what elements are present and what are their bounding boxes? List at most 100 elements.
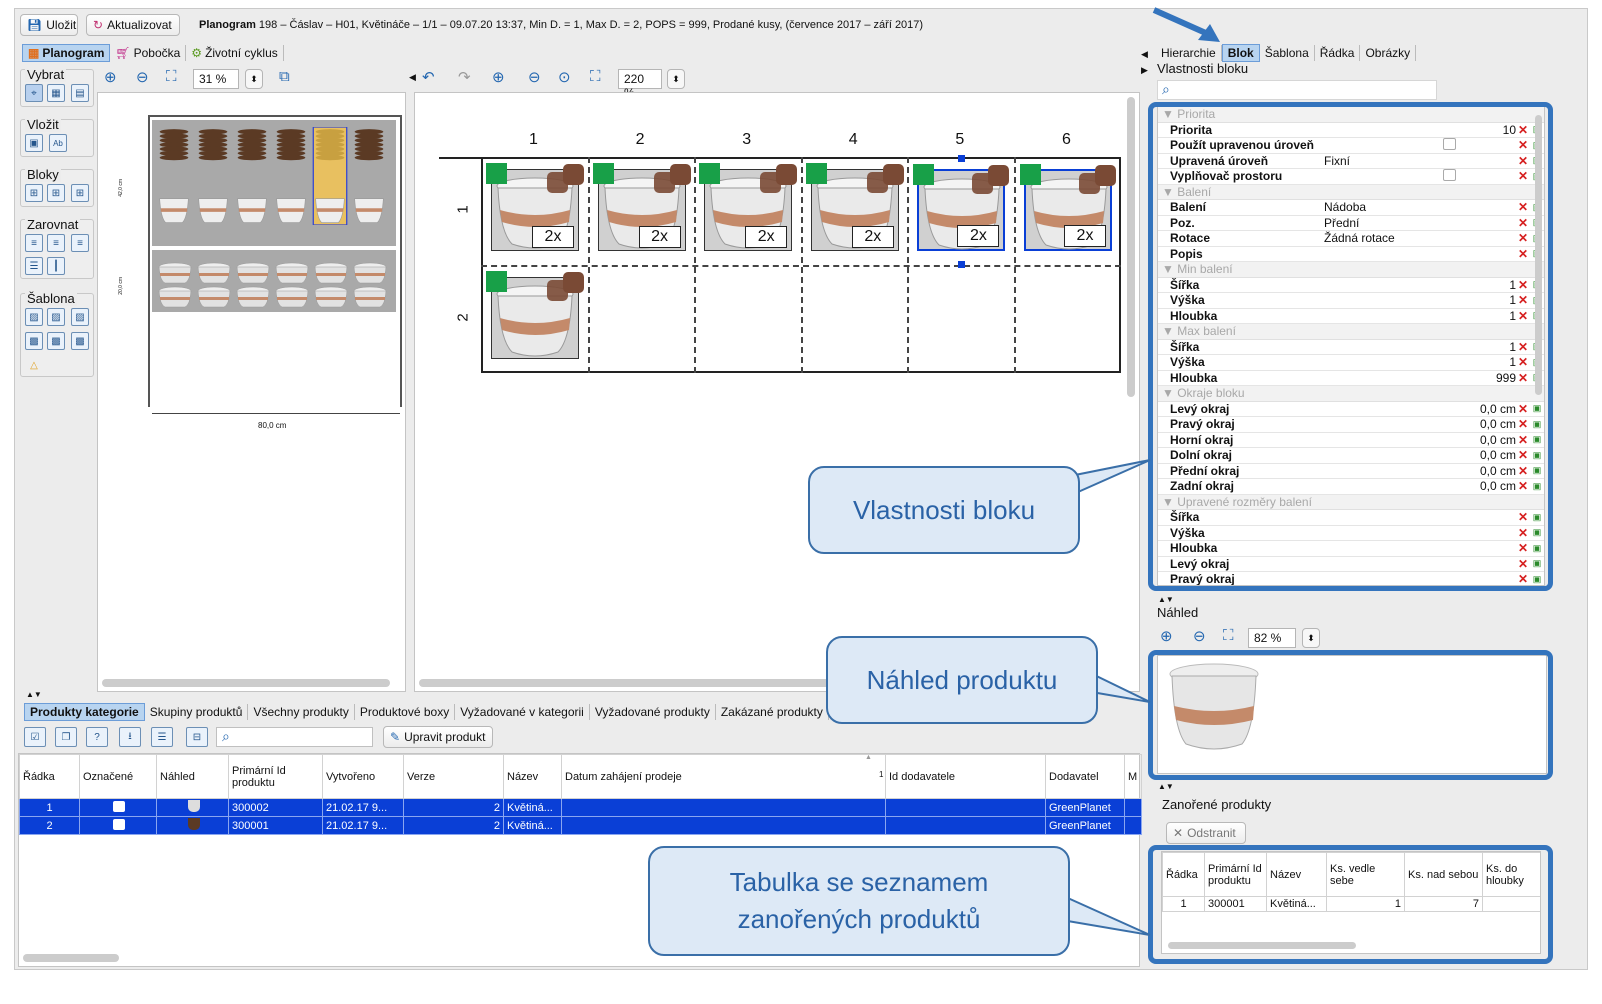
- redo-icon[interactable]: ↷: [458, 68, 471, 86]
- product-block[interactable]: 2x: [805, 163, 904, 251]
- tab-branch[interactable]: 🛒︎ Pobočka: [110, 45, 187, 61]
- product-block[interactable]: 2x: [1020, 164, 1116, 251]
- tab-all-products[interactable]: Všechny produkty: [248, 704, 355, 720]
- props-search-input[interactable]: ⌕: [1157, 80, 1437, 100]
- table-row[interactable]: 1 300002 21.02.17 9... 2 Květiná... GreenPlan…: [19, 798, 1142, 817]
- detail-zoom-selection-icon[interactable]: ⊙: [558, 68, 571, 86]
- product-block[interactable]: [486, 271, 584, 359]
- column-header[interactable]: Datum zahájení prodeje: [561, 754, 886, 799]
- overview-zoom-stepper[interactable]: ⬍: [245, 69, 263, 89]
- save-button[interactable]: 💾︎ Uložit: [20, 14, 78, 36]
- template-4-icon[interactable]: ▩: [25, 332, 43, 350]
- export-icon[interactable]: ⭳: [119, 727, 141, 747]
- marked-checkbox[interactable]: [113, 818, 125, 830]
- tab-images[interactable]: Obrázky: [1360, 45, 1417, 61]
- detail-zoom-field[interactable]: 220 %: [618, 69, 662, 100]
- preview-zoom-field[interactable]: 82 %: [1248, 628, 1296, 648]
- tab-planogram[interactable]: ▦ Planogram: [22, 44, 111, 62]
- preview-zoom-in-icon[interactable]: ⊕: [1160, 627, 1173, 645]
- select-shelf-icon[interactable]: ▤: [71, 84, 89, 102]
- help-icon[interactable]: ?: [86, 727, 108, 747]
- align-center-icon[interactable]: ≡: [47, 234, 65, 252]
- column-header[interactable]: Řádka: [19, 754, 80, 799]
- refresh-button[interactable]: ↻ Aktualizovat: [86, 14, 180, 36]
- align-right-icon[interactable]: ≡: [71, 234, 89, 252]
- overview-zoom-field[interactable]: 31 %: [193, 69, 239, 89]
- tab-template[interactable]: Šablona: [1260, 45, 1315, 61]
- column-header[interactable]: Náhled: [156, 754, 229, 799]
- detail-zoom-fit-icon[interactable]: ⛶: [590, 68, 601, 85]
- table-row[interactable]: 2 300001 21.02.17 9... 2 Květiná... GreenPlan…: [19, 816, 1142, 835]
- column-header[interactable]: Název: [503, 754, 562, 799]
- column-header[interactable]: Id dodavatele: [885, 754, 1046, 799]
- detail-canvas[interactable]: 1 2 3 4 5 6 1 2 2x 2x 2x 2x 2x 2x: [414, 92, 1140, 692]
- tab-lifecycle[interactable]: ⚙ Životní cyklus: [186, 45, 284, 61]
- align-left-icon[interactable]: ≡: [25, 234, 43, 252]
- overview-export-icon[interactable]: ⧉: [279, 68, 290, 85]
- check-all-icon[interactable]: ☑: [24, 727, 46, 747]
- overview-scrollbar[interactable]: [102, 679, 390, 687]
- product-block[interactable]: 2x: [592, 163, 691, 251]
- template-1-icon[interactable]: ▨: [25, 308, 43, 326]
- product-block[interactable]: 2x: [699, 163, 798, 251]
- column-header[interactable]: M: [1124, 754, 1142, 799]
- collapse-right-icon[interactable]: ◀: [1141, 49, 1148, 60]
- resize-handle-top[interactable]: [958, 155, 965, 162]
- zoom-in-icon[interactable]: ⊕: [104, 68, 117, 86]
- block-center-icon[interactable]: ⊞: [47, 184, 65, 202]
- split-arrows-icon[interactable]: ▲▼: [1158, 782, 1174, 791]
- tab-category-products[interactable]: Produkty kategorie: [24, 703, 145, 721]
- product-block[interactable]: 2x: [486, 163, 584, 251]
- column-header[interactable]: Označené: [79, 754, 157, 799]
- zoom-fit-icon[interactable]: ⛶: [166, 68, 177, 85]
- copy-icon[interactable]: ❐: [55, 727, 77, 747]
- template-mirror-icon[interactable]: △: [25, 356, 43, 374]
- tab-row[interactable]: Řádka: [1315, 45, 1361, 61]
- split-arrows-icon[interactable]: ▲▼: [1158, 595, 1174, 604]
- resize-handle-bottom[interactable]: [958, 261, 965, 268]
- detail-vscrollbar[interactable]: [1127, 97, 1135, 397]
- split-arrows-icon[interactable]: ▲▼: [26, 690, 42, 699]
- zoom-out-icon[interactable]: ⊖: [136, 68, 149, 86]
- tab-hierarchy[interactable]: Hierarchie: [1156, 45, 1222, 61]
- undo-icon[interactable]: ↶: [422, 68, 435, 86]
- select-grid-icon[interactable]: ▦: [47, 84, 65, 102]
- template-2-icon[interactable]: ▨: [47, 308, 65, 326]
- preview-zoom-fit-icon[interactable]: ⛶: [1223, 627, 1234, 644]
- insert-product-icon[interactable]: ▣: [25, 134, 43, 152]
- block-left-icon[interactable]: ⊞: [25, 184, 43, 202]
- tab-block[interactable]: Blok: [1221, 44, 1260, 62]
- basket-icon[interactable]: ⊟: [186, 727, 208, 747]
- list-icon[interactable]: ☰: [151, 727, 173, 747]
- template-6-icon[interactable]: ▩: [71, 332, 89, 350]
- detail-zoom-out-icon[interactable]: ⊖: [528, 68, 541, 86]
- column-header[interactable]: Primární Id produktu: [228, 754, 323, 799]
- select-pointer-icon[interactable]: ⌖: [25, 84, 43, 102]
- tab-forbidden-products[interactable]: Zakázané produkty: [716, 704, 829, 720]
- overview-canvas[interactable]: 42,0 cm 20,0 cm 80,0 cm: [97, 92, 406, 692]
- preview-zoom-stepper[interactable]: ⬍: [1302, 628, 1320, 648]
- preview-zoom-out-icon[interactable]: ⊖: [1193, 627, 1206, 645]
- distribute-icon[interactable]: ┃: [47, 257, 65, 275]
- collapse-left-icon[interactable]: ◀: [409, 72, 416, 83]
- products-scrollbar[interactable]: [23, 954, 119, 962]
- block-right-icon[interactable]: ⊞: [71, 184, 89, 202]
- marked-checkbox[interactable]: [113, 800, 125, 812]
- column-header[interactable]: Vytvořeno: [322, 754, 404, 799]
- detail-hscrollbar[interactable]: [419, 679, 849, 687]
- template-5-icon[interactable]: ▩: [47, 332, 65, 350]
- align-justify-icon[interactable]: ☰: [25, 257, 43, 275]
- tab-required-category[interactable]: Vyžadované v kategorii: [455, 704, 590, 720]
- remove-button[interactable]: ✕ Odstranit: [1166, 822, 1246, 844]
- tab-product-boxes[interactable]: Produktové boxy: [355, 704, 456, 720]
- edit-product-button[interactable]: ✎ Upravit produkt: [383, 726, 493, 748]
- tab-product-groups[interactable]: Skupiny produktů: [145, 704, 249, 720]
- tab-required-products[interactable]: Vyžadované produkty: [590, 704, 716, 720]
- product-block[interactable]: 2x: [913, 164, 1010, 251]
- product-search-input[interactable]: ⌕: [216, 727, 373, 747]
- column-header[interactable]: Dodavatel: [1045, 754, 1125, 799]
- detail-zoom-in-icon[interactable]: ⊕: [492, 68, 505, 86]
- column-header[interactable]: Verze: [403, 754, 504, 799]
- expand-right-icon[interactable]: ▶: [1141, 65, 1148, 76]
- insert-text-icon[interactable]: Ab: [49, 134, 67, 152]
